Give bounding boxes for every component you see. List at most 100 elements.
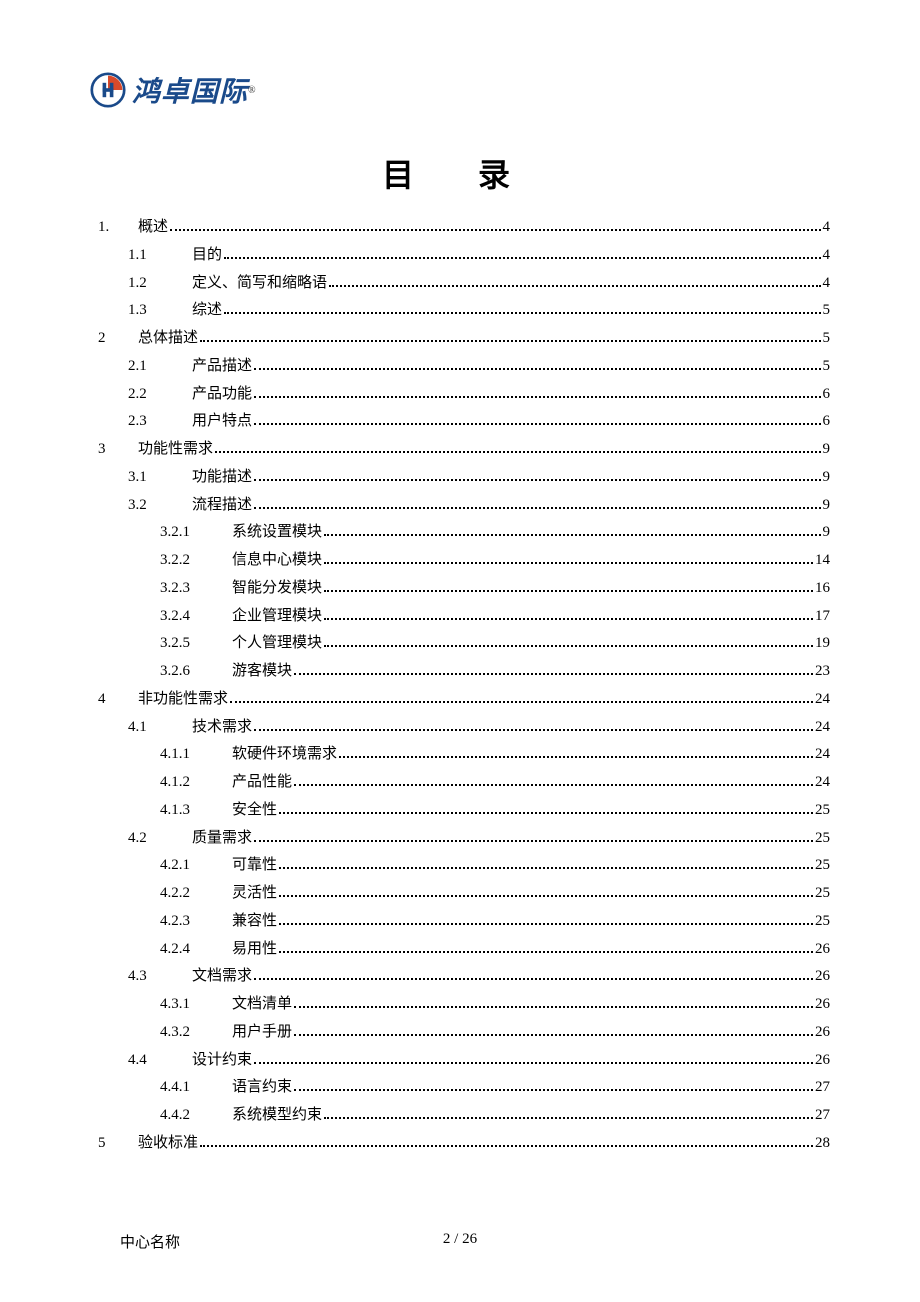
toc-entry-number: 4.4 — [90, 1047, 180, 1075]
toc-entry-number: 2 — [90, 325, 138, 353]
toc-entry-label: 文档清单 — [232, 991, 292, 1019]
toc-entry-number: 4.4.1 — [90, 1074, 220, 1102]
toc-leader-dots — [200, 1145, 813, 1147]
toc-entry-page: 5 — [823, 297, 831, 325]
toc-entry-label: 个人管理模块 — [232, 630, 322, 658]
toc-leader-dots — [279, 867, 813, 869]
toc-leader-dots — [324, 534, 820, 536]
document-page: 鸿卓国际 ® 目 录 1.概述41.1目的41.2定义、简写和缩略语41.3综述… — [0, 0, 920, 1158]
toc-entry: 4.4设计约束26 — [90, 1047, 830, 1075]
toc-entry: 4.1.3 安全性 25 — [90, 797, 830, 825]
toc-entry-label: 技术需求 — [192, 714, 252, 742]
toc-entry-label: 系统设置模块 — [232, 519, 322, 547]
toc-entry: 4.2.3兼容性25 — [90, 908, 830, 936]
toc-entry-number: 5 — [90, 1130, 138, 1158]
toc-entry: 4非功能性需求 24 — [90, 686, 830, 714]
toc-entry-label: 系统模型约束 — [232, 1102, 322, 1130]
toc-entry-page: 24 — [815, 769, 830, 797]
toc-entry-page: 24 — [815, 686, 830, 714]
toc-entry-number: 4.3.2 — [90, 1019, 220, 1047]
toc-entry-label: 目的 — [192, 242, 222, 270]
toc-entry-number: 4.1.2 — [90, 769, 220, 797]
toc-entry-number: 1.1 — [90, 242, 180, 270]
toc-entry-label: 灵活性 — [232, 880, 277, 908]
toc-leader-dots — [324, 590, 813, 592]
toc-leader-dots — [294, 673, 813, 675]
toc-entry-number: 3.2.3 — [90, 575, 220, 603]
toc-entry-label: 可靠性 — [232, 852, 277, 880]
toc-entry-number: 3.2.5 — [90, 630, 220, 658]
toc-entry-page: 26 — [815, 1019, 830, 1047]
toc-entry-label: 游客模块 — [232, 658, 292, 686]
toc-leader-dots — [254, 423, 820, 425]
toc-entry-label: 安全性 — [232, 797, 277, 825]
toc-entry: 4.3文档需求26 — [90, 963, 830, 991]
toc-entry-page: 26 — [815, 1047, 830, 1075]
toc-leader-dots — [224, 312, 820, 314]
toc-leader-dots — [254, 729, 813, 731]
toc-entry: 4.4.1语言约束27 — [90, 1074, 830, 1102]
toc-entry-label: 产品描述 — [192, 353, 252, 381]
toc-entry-label: 总体描述 — [138, 325, 198, 353]
toc-entry-page: 14 — [815, 547, 830, 575]
toc-entry-page: 24 — [815, 741, 830, 769]
toc-entry: 3.2.5个人管理模块19 — [90, 630, 830, 658]
toc-entry-number: 1.3 — [90, 297, 180, 325]
toc-entry: 3.2流程描述9 — [90, 492, 830, 520]
toc-entry-number: 4.4.2 — [90, 1102, 220, 1130]
toc-leader-dots — [279, 895, 813, 897]
toc-entry: 3.2.4企业管理模块17 — [90, 603, 830, 631]
toc-entry-label: 定义、简写和缩略语 — [192, 270, 327, 298]
toc-entry: 4.2质量需求25 — [90, 825, 830, 853]
toc-entry-page: 17 — [815, 603, 830, 631]
toc-entry-number: 1. — [90, 214, 138, 242]
toc-entry-page: 6 — [823, 408, 831, 436]
toc-entry: 4.2.2灵活性25 — [90, 880, 830, 908]
toc-leader-dots — [254, 507, 820, 509]
toc-entry-number: 4 — [90, 686, 138, 714]
footer-page-number: 2 / 26 — [443, 1231, 477, 1248]
toc-entry-number: 2.2 — [90, 381, 180, 409]
toc-leader-dots — [254, 978, 813, 980]
toc-entry: 3.2.3智能分发模块16 — [90, 575, 830, 603]
toc-entry-number: 4.2.2 — [90, 880, 220, 908]
toc-entry-label: 易用性 — [232, 936, 277, 964]
toc-leader-dots — [254, 840, 813, 842]
toc-entry-page: 25 — [815, 797, 830, 825]
toc-entry-page: 5 — [823, 325, 831, 353]
toc-entry: 4.2.1可靠性25 — [90, 852, 830, 880]
toc-entry: 4.1技术需求24 — [90, 714, 830, 742]
toc-entry: 2总体描述 5 — [90, 325, 830, 353]
toc-leader-dots — [170, 229, 820, 231]
toc-entry-label: 用户特点 — [192, 408, 252, 436]
toc-entry-page: 4 — [823, 270, 831, 298]
toc-entry-label: 功能描述 — [192, 464, 252, 492]
toc-leader-dots — [294, 1006, 813, 1008]
toc-leader-dots — [200, 340, 820, 342]
toc-leader-dots — [294, 1089, 813, 1091]
toc-entry: 2.2产品功能6 — [90, 381, 830, 409]
toc-leader-dots — [254, 368, 820, 370]
toc-entry-page: 4 — [823, 242, 831, 270]
logo-area: 鸿卓国际 ® — [90, 70, 830, 110]
toc-entry-page: 28 — [815, 1130, 830, 1158]
toc-entry-label: 语言约束 — [232, 1074, 292, 1102]
company-logo-text: 鸿卓国际 — [132, 70, 248, 110]
toc-entry-label: 产品性能 — [232, 769, 292, 797]
toc-entry: 4.2.4易用性26 — [90, 936, 830, 964]
toc-entry-label: 非功能性需求 — [138, 686, 228, 714]
toc-leader-dots — [329, 285, 820, 287]
toc-entry-label: 企业管理模块 — [232, 603, 322, 631]
toc-entry: 4.3.1文档清单26 — [90, 991, 830, 1019]
toc-leader-dots — [324, 1117, 813, 1119]
page-footer: 中心名称 2 / 26 — [0, 1231, 920, 1252]
toc-entry-label: 文档需求 — [192, 963, 252, 991]
toc-entry-label: 功能性需求 — [138, 436, 213, 464]
toc-entry-label: 验收标准 — [138, 1130, 198, 1158]
toc-leader-dots — [279, 812, 813, 814]
toc-entry: 4.4.2系统模型约束27 — [90, 1102, 830, 1130]
toc-entry-label: 智能分发模块 — [232, 575, 322, 603]
toc-entry: 4.1.1软硬件环境需求24 — [90, 741, 830, 769]
toc-entry-number: 3.2.1 — [90, 519, 220, 547]
toc-entry-number: 4.1.3 — [90, 797, 220, 825]
